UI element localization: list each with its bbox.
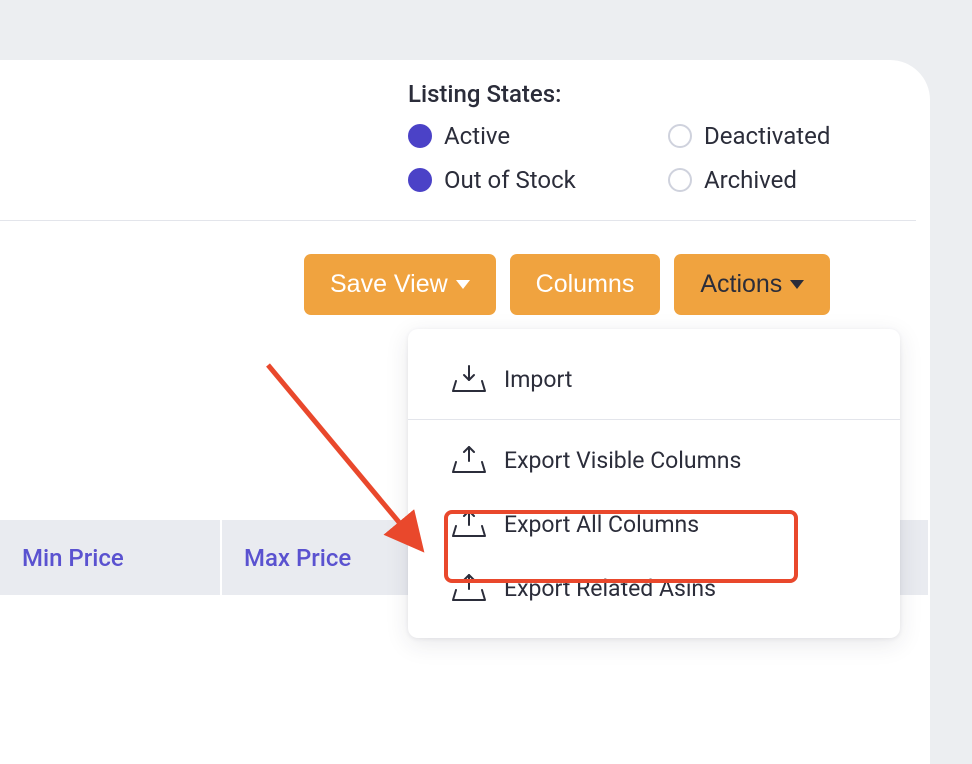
- menu-item-export-all[interactable]: Export All Columns: [408, 492, 900, 556]
- columns-button[interactable]: Columns: [510, 254, 661, 315]
- button-label: Actions: [700, 270, 782, 299]
- listing-states-group: Listing States: Active Deactivated Out o…: [408, 80, 928, 194]
- section-divider: [0, 220, 916, 221]
- export-icon: [452, 446, 486, 474]
- radio-unchecked-icon: [668, 168, 692, 192]
- table-cell: [0, 595, 220, 764]
- menu-item-export-related-asins[interactable]: Export Related Asins: [408, 556, 900, 620]
- listing-states-title: Listing States:: [408, 80, 928, 108]
- menu-item-label: Export All Columns: [504, 511, 699, 538]
- radio-deactivated[interactable]: Deactivated: [668, 122, 928, 150]
- caret-down-icon: [790, 280, 804, 289]
- radio-grid: Active Deactivated Out of Stock Archived: [408, 122, 928, 194]
- save-view-button[interactable]: Save View: [304, 254, 496, 315]
- menu-item-export-visible[interactable]: Export Visible Columns: [408, 428, 900, 492]
- actions-button[interactable]: Actions: [674, 254, 830, 315]
- export-icon: [452, 574, 486, 602]
- radio-label: Out of Stock: [444, 166, 576, 194]
- menu-item-label: Export Related Asins: [504, 575, 716, 602]
- radio-label: Archived: [704, 166, 797, 194]
- actions-dropdown: Import Export Visible Columns Export All…: [408, 329, 900, 638]
- radio-checked-icon: [408, 168, 432, 192]
- main-panel: Listing States: Active Deactivated Out o…: [0, 60, 930, 704]
- radio-archived[interactable]: Archived: [668, 166, 928, 194]
- import-icon: [452, 365, 486, 393]
- button-label: Save View: [330, 270, 448, 299]
- radio-checked-icon: [408, 124, 432, 148]
- radio-active[interactable]: Active: [408, 122, 668, 150]
- dropdown-divider: [408, 419, 900, 420]
- radio-unchecked-icon: [668, 124, 692, 148]
- table-col-min-price: Min Price: [0, 520, 222, 764]
- radio-out-of-stock[interactable]: Out of Stock: [408, 166, 668, 194]
- menu-item-label: Import: [504, 366, 572, 393]
- toolbar: Save View Columns Actions: [304, 254, 830, 315]
- export-icon: [452, 510, 486, 538]
- button-label: Columns: [536, 270, 635, 299]
- radio-label: Deactivated: [704, 122, 830, 150]
- menu-item-label: Export Visible Columns: [504, 447, 741, 474]
- caret-down-icon: [456, 280, 470, 289]
- radio-label: Active: [444, 122, 510, 150]
- menu-item-import[interactable]: Import: [408, 347, 900, 411]
- column-header-min-price[interactable]: Min Price: [0, 520, 220, 595]
